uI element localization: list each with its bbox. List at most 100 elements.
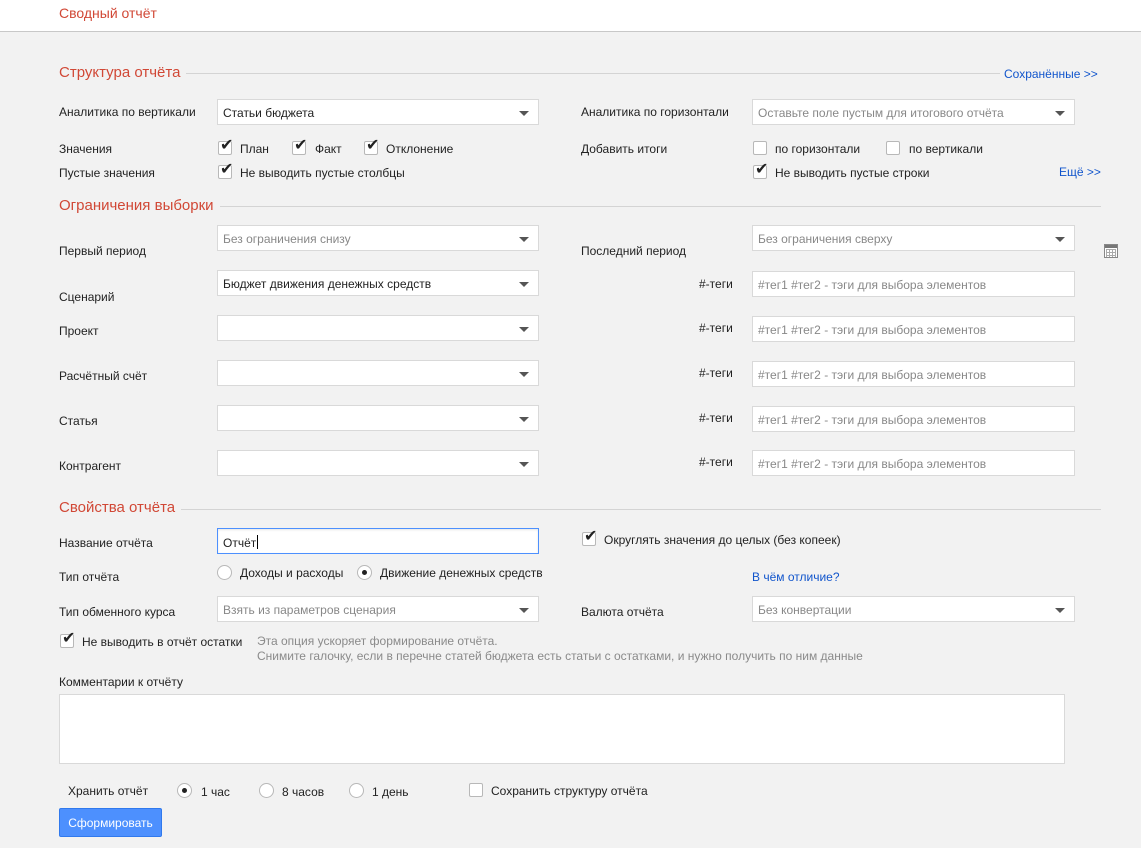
tags-label: #-теги <box>699 411 733 425</box>
deviation-label: Отклонение <box>386 142 454 156</box>
store-8h-radio[interactable] <box>259 783 274 798</box>
income-expense-radio[interactable] <box>217 565 232 580</box>
horizontal-analytics-label: Аналитика по горизонтали <box>581 105 729 119</box>
no-empty-rows-label: Не выводить пустые строки <box>775 166 930 180</box>
section-title-properties: Свойства отчёта <box>59 499 182 516</box>
generate-report-button[interactable]: Сформировать <box>59 808 162 837</box>
fact-checkbox[interactable]: ✔ <box>292 137 307 155</box>
chevron-down-icon <box>1055 237 1065 242</box>
totals-horizontal-label: по горизонтали <box>775 142 861 156</box>
deviation-checkbox[interactable]: ✔ <box>364 137 379 155</box>
no-balances-checkbox[interactable]: ✔ <box>60 630 75 648</box>
tags-label: #-теги <box>699 321 733 335</box>
plan-label: План <box>240 142 269 156</box>
no-empty-columns-label: Не выводить пустые столбцы <box>240 166 405 180</box>
no-balances-label: Не выводить в отчёт остатки <box>82 635 243 649</box>
contractor-tags-input[interactable]: #тег1 #тег2 - тэги для выбора элементов <box>752 450 1075 476</box>
top-bar <box>0 0 1141 32</box>
check-icon: ✔ <box>62 628 76 647</box>
vertical-analytics-label: Аналитика по вертикали <box>59 105 196 119</box>
totals-horizontal-checkbox[interactable] <box>753 141 767 155</box>
chevron-down-icon <box>519 237 529 242</box>
project-label: Проект <box>59 324 99 338</box>
report-name-input[interactable]: Отчёт <box>217 528 539 554</box>
totals-vertical-checkbox[interactable] <box>886 141 900 155</box>
exchange-rate-label: Тип обменного курса <box>59 605 176 619</box>
article-label: Статья <box>59 414 98 428</box>
store-1d-label: 1 день <box>372 785 409 799</box>
comments-label: Комментарии к отчёту <box>59 675 183 689</box>
article-tags-input[interactable]: #тег1 #тег2 - тэги для выбора элементов <box>752 406 1075 432</box>
difference-link[interactable]: В чём отличие? <box>752 570 840 584</box>
currency-select[interactable]: Без конвертации <box>752 596 1075 622</box>
save-structure-checkbox[interactable] <box>469 783 483 797</box>
check-icon: ✔ <box>755 159 769 178</box>
round-values-checkbox[interactable]: ✔ <box>582 528 597 546</box>
store-1h-radio[interactable] <box>177 783 192 798</box>
more-link[interactable]: Ещё >> <box>1059 165 1101 179</box>
app-title: Сводный отчёт <box>59 5 157 21</box>
totals-vertical-label: по вертикали <box>909 142 983 156</box>
scenario-select[interactable]: Бюджет движения денежных средств <box>217 270 539 296</box>
chevron-down-icon <box>519 462 529 467</box>
chevron-down-icon <box>519 327 529 332</box>
first-period-label: Первый период <box>59 244 146 258</box>
last-period-label: Последний период <box>581 244 687 258</box>
storage-label: Хранить отчёт <box>68 784 149 798</box>
calendar-icon[interactable] <box>1104 244 1118 258</box>
store-1d-radio[interactable] <box>349 783 364 798</box>
income-expense-label: Доходы и расходы <box>240 566 344 580</box>
vertical-analytics-select[interactable]: Статьи бюджета <box>217 99 539 125</box>
chevron-down-icon <box>519 608 529 613</box>
cash-flow-radio[interactable] <box>357 565 372 580</box>
scenario-tags-input[interactable]: #тег1 #тег2 - тэги для выбора элементов <box>752 271 1075 297</box>
no-empty-rows-checkbox[interactable]: ✔ <box>753 161 768 179</box>
section-divider <box>59 73 1000 74</box>
account-label: Расчётный счёт <box>59 369 148 383</box>
saved-reports-link[interactable]: Сохранённые >> <box>1004 67 1098 81</box>
section-title-filters: Ограничения выборки <box>59 197 220 214</box>
chevron-down-icon <box>519 417 529 422</box>
check-icon: ✔ <box>220 135 234 154</box>
exchange-rate-select[interactable]: Взять из параметров сценария <box>217 596 539 622</box>
currency-label: Валюта отчёта <box>581 605 664 619</box>
article-select[interactable] <box>217 405 539 431</box>
report-name-label: Название отчёта <box>59 536 153 550</box>
project-tags-input[interactable]: #тег1 #тег2 - тэги для выбора элементов <box>752 316 1075 342</box>
scenario-label: Сценарий <box>59 290 115 304</box>
contractor-label: Контрагент <box>59 459 122 473</box>
horizontal-analytics-select[interactable]: Оставьте поле пустым для итогового отчёт… <box>752 99 1075 125</box>
empty-values-label: Пустые значения <box>59 166 155 180</box>
fact-label: Факт <box>315 142 342 156</box>
store-1h-label: 1 час <box>201 785 230 799</box>
plan-checkbox[interactable]: ✔ <box>218 137 233 155</box>
no-empty-columns-checkbox[interactable]: ✔ <box>218 161 233 179</box>
tags-label: #-теги <box>699 277 733 291</box>
tags-label: #-теги <box>699 366 733 380</box>
check-icon: ✔ <box>294 135 308 154</box>
cash-flow-label: Движение денежных средств <box>380 566 543 580</box>
section-divider <box>59 509 1101 510</box>
first-period-select[interactable]: Без ограничения снизу <box>217 225 539 251</box>
comments-textarea[interactable] <box>59 694 1065 764</box>
check-icon: ✔ <box>366 135 380 154</box>
contractor-select[interactable] <box>217 450 539 476</box>
store-8h-label: 8 часов <box>282 785 325 799</box>
chevron-down-icon <box>1055 608 1065 613</box>
check-icon: ✔ <box>220 159 234 178</box>
account-tags-input[interactable]: #тег1 #тег2 - тэги для выбора элементов <box>752 361 1075 387</box>
chevron-down-icon <box>519 282 529 287</box>
chevron-down-icon <box>1055 111 1065 116</box>
values-label: Значения <box>59 142 113 156</box>
last-period-select[interactable]: Без ограничения сверху <box>752 225 1075 251</box>
section-title-structure: Структура отчёта <box>59 64 187 81</box>
tags-label: #-теги <box>699 455 733 469</box>
account-select[interactable] <box>217 360 539 386</box>
check-icon: ✔ <box>584 526 598 545</box>
chevron-down-icon <box>519 372 529 377</box>
project-select[interactable] <box>217 315 539 341</box>
chevron-down-icon <box>519 111 529 116</box>
round-values-label: Округлять значения до целых (без копеек) <box>604 533 841 547</box>
save-structure-label: Сохранить структуру отчёта <box>491 784 648 798</box>
report-type-label: Тип отчёта <box>59 570 120 584</box>
